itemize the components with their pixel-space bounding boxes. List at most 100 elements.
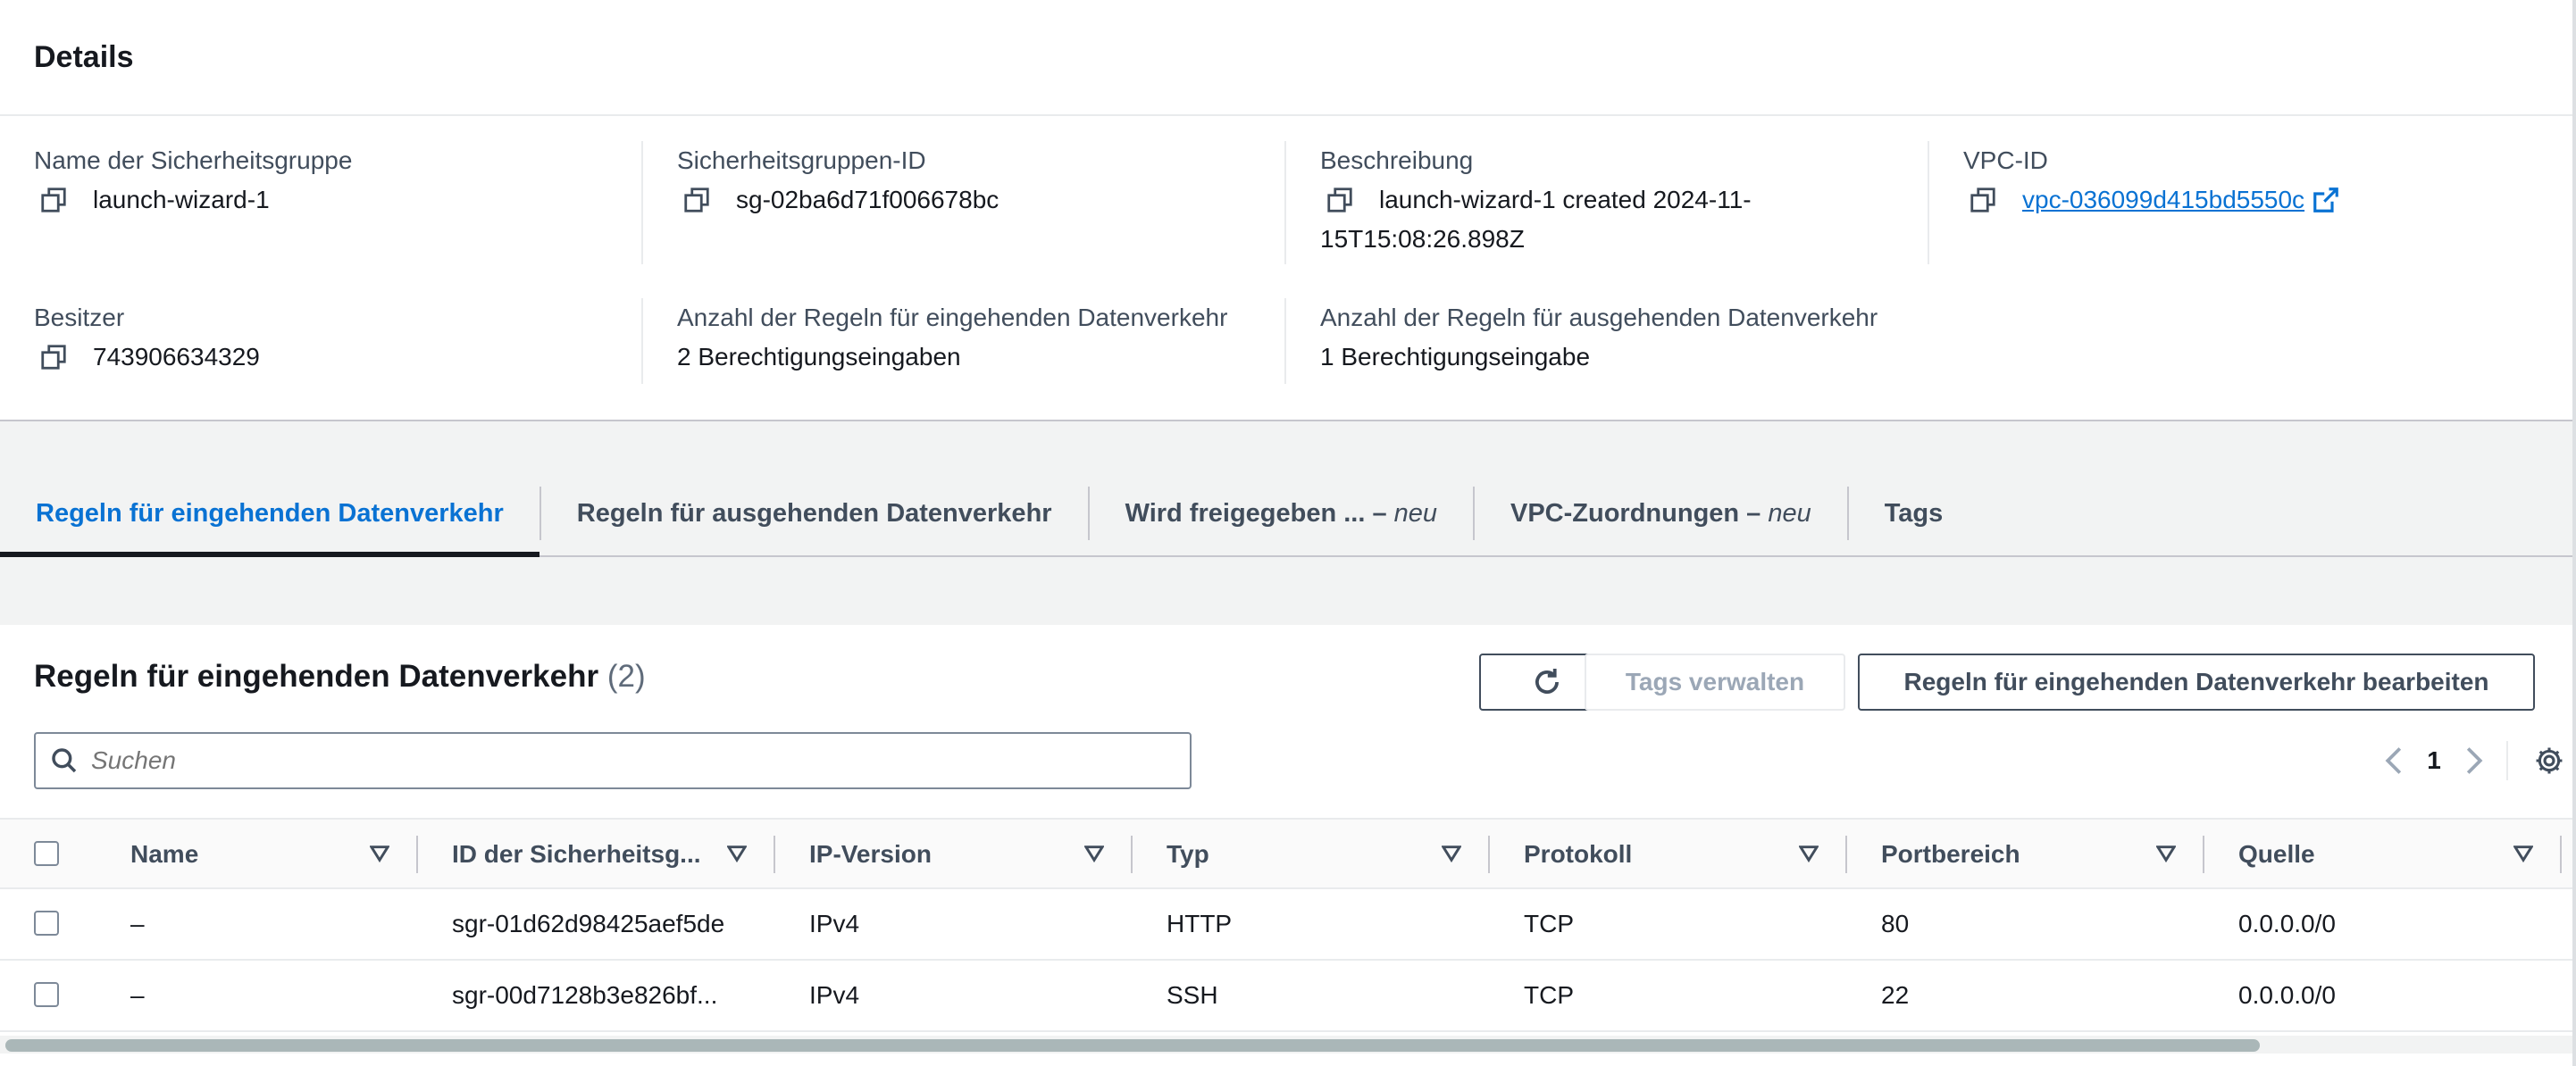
search-icon xyxy=(52,748,77,773)
column-header-ip-version[interactable]: IP-Version xyxy=(809,820,1131,889)
sg-id-label: Sicherheitsgruppen-ID xyxy=(677,146,926,174)
refresh-icon xyxy=(1535,668,1559,694)
cell-name: – xyxy=(130,910,145,937)
inbound-count-value: 2 Berechtigungseingaben xyxy=(677,343,961,371)
column-divider xyxy=(1488,836,1490,873)
cell-source: 0.0.0.0/0 xyxy=(2238,981,2336,1009)
sort-icon[interactable] xyxy=(727,845,747,862)
owner-label: Besitzer xyxy=(34,304,125,331)
vpc-id-label: VPC-ID xyxy=(1963,146,2048,174)
sort-icon[interactable] xyxy=(370,845,389,862)
description-value: launch-wizard-1 created 2024-11-15T15:08… xyxy=(1320,186,1752,253)
settings-icon[interactable] xyxy=(2522,745,2576,776)
owner-value: 743906634329 xyxy=(93,343,260,371)
column-divider xyxy=(2203,836,2204,873)
cell-protocol: TCP xyxy=(1524,910,1574,937)
column-header-port-range[interactable]: Portbereich xyxy=(1881,820,2203,889)
search-input[interactable] xyxy=(91,746,1145,775)
manage-tags-button[interactable]: Tags verwalten xyxy=(1585,654,1845,711)
sort-icon[interactable] xyxy=(2156,845,2176,862)
sg-id-value: sg-02ba6d71f006678bc xyxy=(736,186,999,213)
column-label: IP-Version xyxy=(809,840,932,868)
column-header-type[interactable]: Typ xyxy=(1167,820,1488,889)
cell-name: – xyxy=(130,981,145,1009)
cell-source: 0.0.0.0/0 xyxy=(2238,910,2336,937)
column-header-name[interactable]: Name xyxy=(130,820,416,889)
external-link-icon[interactable] xyxy=(2313,180,2338,220)
next-page-icon[interactable] xyxy=(2456,745,2492,776)
horizontal-scrollbar-thumb[interactable] xyxy=(5,1039,2260,1052)
rules-title: Regeln für eingehenden Datenverkehr (2) xyxy=(34,659,646,695)
details-title: Details xyxy=(34,39,134,74)
new-badge: neu xyxy=(1768,498,1811,528)
column-label: Name xyxy=(130,840,199,868)
sort-icon[interactable] xyxy=(1084,845,1104,862)
column-header-source[interactable]: Quelle xyxy=(2238,820,2560,889)
search-field[interactable] xyxy=(34,732,1192,789)
new-badge: neu xyxy=(1393,498,1437,528)
tab-label: Regeln für eingehenden Datenverkehr xyxy=(36,498,504,528)
table-header: Name ID der Sicherheitsg... IP-Version T… xyxy=(0,818,2576,889)
cell-type: HTTP xyxy=(1167,910,1233,937)
copy-icon[interactable] xyxy=(41,337,80,377)
outbound-count-label: Anzahl der Regeln für ausgehenden Datenv… xyxy=(1320,304,1878,331)
right-border xyxy=(2572,0,2576,1066)
tab-tags[interactable]: Tags xyxy=(1849,471,1979,555)
copy-icon[interactable] xyxy=(41,180,80,220)
rules-title-text: Regeln für eingehenden Datenverkehr xyxy=(34,659,599,694)
tab-label: Wird freigegeben ... – xyxy=(1125,498,1387,528)
inbound-rules-panel: Regeln für eingehenden Datenverkehr (2) … xyxy=(0,625,2576,1066)
cell-rule-id: sgr-01d62d98425aef5de xyxy=(452,910,725,937)
cell-ip-version: IPv4 xyxy=(809,981,860,1009)
sg-name-field: Name der Sicherheitsgruppe launch-wizard… xyxy=(0,141,641,220)
column-divider xyxy=(1131,836,1133,873)
outbound-count-value: 1 Berechtigungseingabe xyxy=(1320,343,1591,371)
row-checkbox[interactable] xyxy=(34,911,59,936)
copy-icon[interactable] xyxy=(1327,180,1367,220)
sort-icon[interactable] xyxy=(2513,845,2533,862)
tab-inbound-rules[interactable]: Regeln für eingehenden Datenverkehr xyxy=(0,471,539,557)
vpc-id-link[interactable]: vpc-036099d415bd5550c xyxy=(2022,180,2304,220)
column-header-protocol[interactable]: Protokoll xyxy=(1524,820,1845,889)
column-label: Protokoll xyxy=(1524,840,1633,868)
select-all-checkbox[interactable] xyxy=(34,841,59,866)
column-label: Portbereich xyxy=(1881,840,2020,868)
tab-vpc-associations[interactable]: VPC-Zuordnungen – neu xyxy=(1475,471,1847,555)
column-label: Typ xyxy=(1167,840,1209,868)
description-field: Beschreibung launch-wizard-1 created 202… xyxy=(1284,141,1928,264)
details-grid: Name der Sicherheitsgruppe launch-wizard… xyxy=(0,116,2576,420)
sort-icon[interactable] xyxy=(1442,845,1461,862)
tab-label: Tags xyxy=(1884,498,1944,528)
column-label: ID der Sicherheitsg... xyxy=(452,840,701,868)
prev-page-icon[interactable] xyxy=(2376,745,2412,776)
column-header-id[interactable]: ID der Sicherheitsg... xyxy=(452,820,774,889)
table-row[interactable]: – sgr-01d62d98425aef5de IPv4 HTTP TCP 80… xyxy=(0,889,2576,961)
cell-rule-id: sgr-00d7128b3e826bf... xyxy=(452,981,718,1009)
vpc-id-field: VPC-ID vpc-036099d415bd5550c xyxy=(1928,141,2571,264)
inbound-count-label: Anzahl der Regeln für eingehenden Datenv… xyxy=(677,304,1228,331)
sg-id-field: Sicherheitsgruppen-ID sg-02ba6d71f006678… xyxy=(641,141,1284,264)
edit-inbound-rules-button[interactable]: Regeln für eingehenden Datenverkehr bear… xyxy=(1858,654,2535,711)
column-divider xyxy=(416,836,418,873)
sort-icon[interactable] xyxy=(1799,845,1819,862)
copy-icon[interactable] xyxy=(1970,180,2010,220)
pager-divider xyxy=(2506,741,2508,780)
cell-ip-version: IPv4 xyxy=(809,910,860,937)
cell-port-range: 22 xyxy=(1881,981,1910,1009)
details-panel: Details Name der Sicherheitsgruppe launc… xyxy=(0,0,2576,421)
copy-icon[interactable] xyxy=(684,180,723,220)
tab-outbound-rules[interactable]: Regeln für ausgehenden Datenverkehr xyxy=(541,471,1088,555)
tab-bar: Regeln für eingehenden Datenverkehr Rege… xyxy=(0,471,2576,557)
tab-sharing[interactable]: Wird freigegeben ... – neu xyxy=(1090,471,1473,555)
column-divider xyxy=(2560,836,2562,873)
current-page[interactable]: 1 xyxy=(2412,746,2456,775)
sg-name-value: launch-wizard-1 xyxy=(93,186,270,213)
row-checkbox[interactable] xyxy=(34,982,59,1007)
owner-field: Besitzer 743906634329 xyxy=(0,298,641,377)
tab-label: Regeln für ausgehenden Datenverkehr xyxy=(576,498,1052,528)
sg-name-label: Name der Sicherheitsgruppe xyxy=(34,146,353,174)
column-divider xyxy=(774,836,775,873)
cell-port-range: 80 xyxy=(1881,910,1910,937)
table-row[interactable]: – sgr-00d7128b3e826bf... IPv4 SSH TCP 22… xyxy=(0,961,2576,1032)
inbound-count-field: Anzahl der Regeln für eingehenden Datenv… xyxy=(641,298,1284,384)
